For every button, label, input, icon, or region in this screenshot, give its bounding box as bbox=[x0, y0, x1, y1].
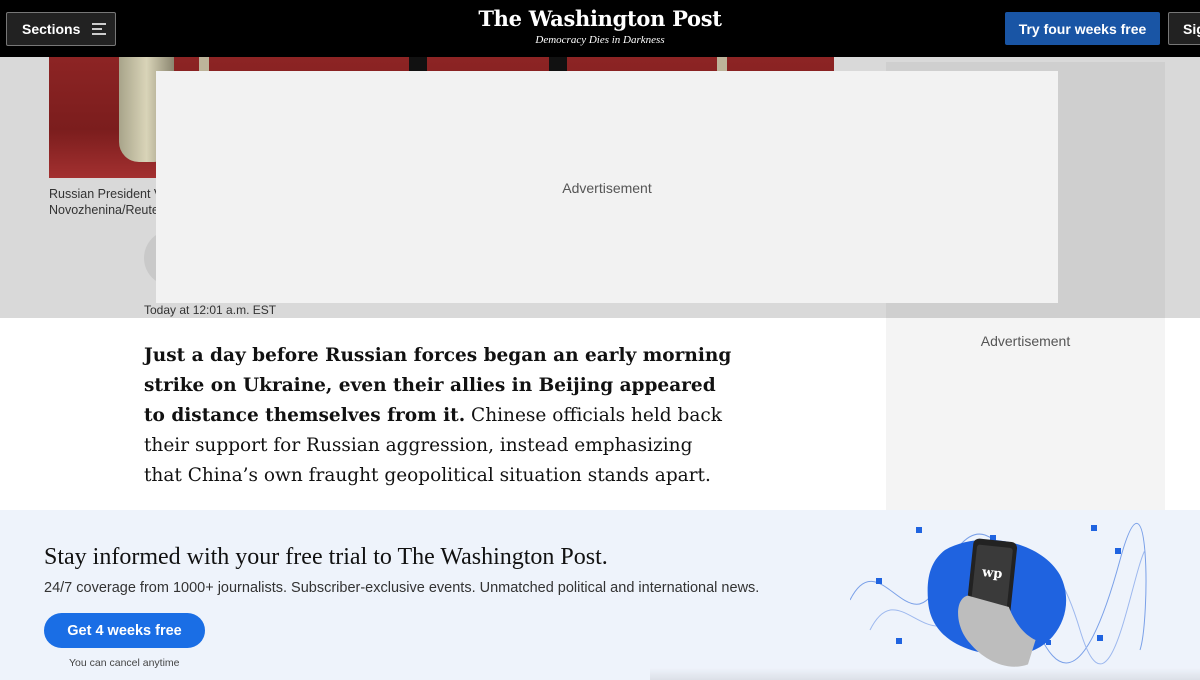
get-free-weeks-button[interactable]: Get 4 weeks free bbox=[44, 613, 205, 648]
photo-caption-line1: Russian President V bbox=[49, 187, 163, 201]
bottom-shadow bbox=[650, 668, 1200, 680]
article-timestamp: Today at 12:01 a.m. EST bbox=[144, 303, 277, 317]
photo-caption: Russian President V Novozhenina/Reute bbox=[49, 186, 169, 218]
phone-wp-logo: wp bbox=[980, 565, 1003, 582]
advertisement-overlay[interactable]: Advertisement bbox=[156, 71, 1058, 303]
banner-title: Stay informed with your free trial to Th… bbox=[44, 544, 608, 570]
dots bbox=[916, 527, 922, 533]
site-header: Sections The Washington Post Democracy D… bbox=[0, 0, 1200, 57]
advertisement-label: Advertisement bbox=[562, 180, 652, 196]
phone-illustration: wp bbox=[850, 523, 1147, 667]
rail-advertisement-label: Advertisement bbox=[980, 333, 1071, 349]
try-free-button[interactable]: Try four weeks free bbox=[1005, 12, 1160, 45]
photo-caption-line2: Novozhenina/Reute bbox=[49, 203, 159, 217]
sign-in-button[interactable]: Sign in bbox=[1168, 12, 1200, 45]
cancel-anytime-note: You can cancel anytime bbox=[69, 657, 180, 669]
article-lede: Just a day before Russian forces began a… bbox=[144, 341, 734, 491]
banner-subtitle: 24/7 coverage from 1000+ journalists. Su… bbox=[44, 580, 760, 596]
